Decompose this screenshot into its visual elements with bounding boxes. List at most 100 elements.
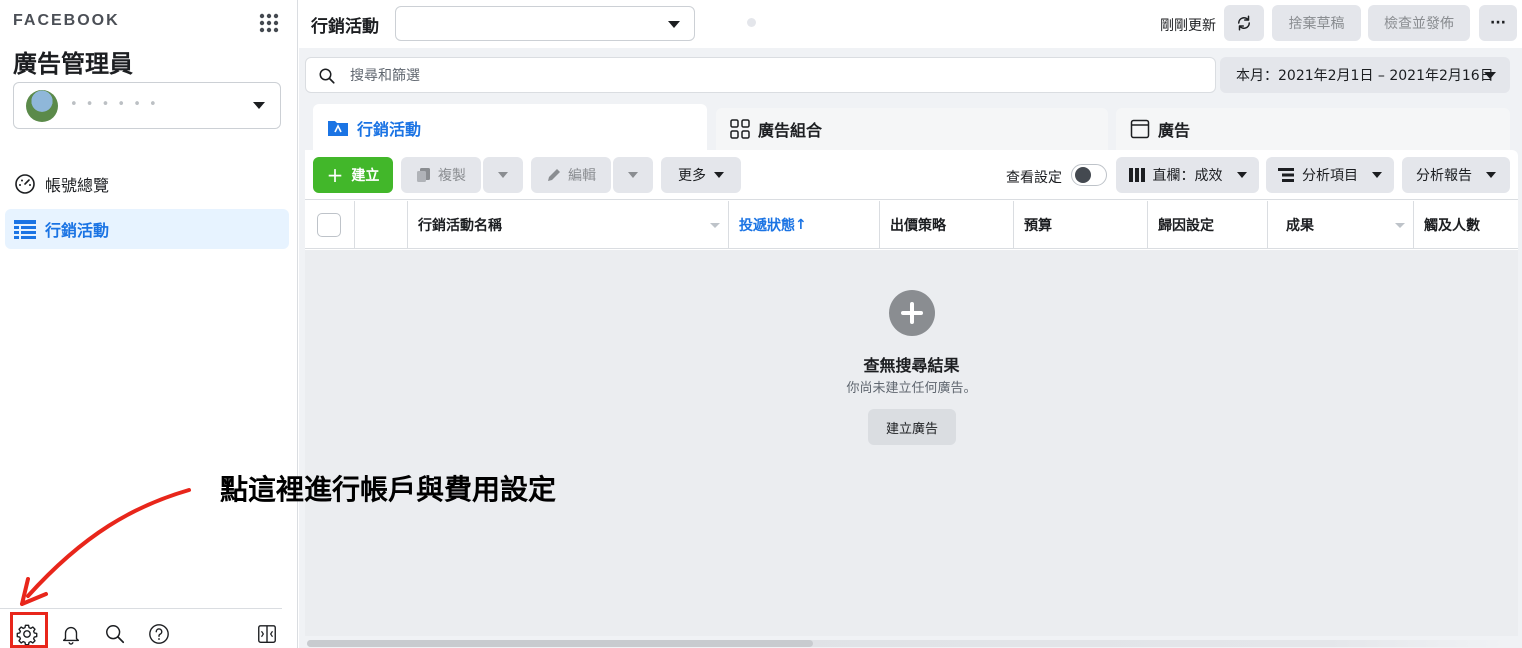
columns-icon (1128, 168, 1145, 182)
settings-highlight-box (10, 612, 48, 648)
empty-state-subtitle: 你尚未建立任何廣告。 (846, 381, 977, 396)
updated-status: 剛剛更新 (1160, 18, 1216, 34)
sort-caret-icon (710, 223, 720, 228)
header-toggle-cell (354, 201, 407, 249)
level-tabs: 行銷活動 廣告組合 廣告 (313, 104, 1510, 152)
edit-label: 編輯 (568, 168, 596, 184)
copy-label: 複製 (438, 168, 466, 184)
horizontal-scrollbar[interactable] (307, 640, 1507, 647)
ads-manager-app: FACEBOOK 廣告管理員 • • • • • • 帳號總覽 行銷活動 點這裡… (0, 0, 1522, 648)
sidebar-item-label: 行銷活動 (45, 221, 110, 240)
reports-label: 分析報告 (1416, 168, 1472, 184)
discard-drafts-button[interactable]: 捨棄草稿 (1272, 5, 1361, 41)
gauge-icon (13, 172, 37, 196)
page-title: 行銷活動 (311, 17, 379, 37)
column-header-reach[interactable]: 觸及人數 (1413, 201, 1518, 249)
tab-adsets[interactable]: 廣告組合 (716, 108, 1108, 150)
column-header-delivery[interactable]: 投遞狀態 ↑ (728, 201, 879, 249)
column-header-label: 預算 (1024, 218, 1052, 234)
column-header-label: 觸及人數 (1424, 218, 1480, 234)
review-publish-button[interactable]: 檢查並發佈 (1368, 5, 1470, 41)
campaigns-panel: + 建立 複製 編輯 更多 查看設定 直欄：成效 分析項目 分析報告 行銷活動名… (305, 150, 1518, 636)
sort-up-icon: ↑ (795, 217, 807, 233)
chevron-down-icon (1484, 72, 1496, 79)
search-icon[interactable] (104, 623, 126, 645)
columns-label: 直欄：成效 (1152, 168, 1223, 184)
sidebar-item-overview[interactable]: 帳號總覽 (5, 164, 289, 204)
edit-button[interactable]: 編輯 (531, 157, 611, 193)
chevron-down-icon (1372, 172, 1382, 178)
folder-icon (327, 119, 349, 137)
search-bar (305, 57, 1216, 93)
chevron-down-icon (668, 21, 680, 28)
app-title: 廣告管理員 (13, 50, 133, 78)
empty-state-title: 查無搜尋結果 (863, 356, 960, 375)
bell-icon[interactable] (60, 623, 82, 645)
tab-campaigns[interactable]: 行銷活動 (313, 104, 707, 152)
breakdown-button[interactable]: 分析項目 (1266, 157, 1394, 193)
edit-options-button[interactable] (613, 157, 653, 193)
column-header-budget[interactable]: 預算 (1013, 201, 1147, 249)
empty-state: 查無搜尋結果 你尚未建立任何廣告。 建立廣告 (305, 250, 1518, 636)
add-circle-icon (889, 290, 935, 336)
column-header-label: 投遞狀態 (739, 218, 795, 234)
column-header-attribution[interactable]: 歸因設定 (1147, 201, 1267, 249)
facebook-brand: FACEBOOK (13, 12, 120, 29)
main-area: 行銷活動 剛剛更新 捨棄草稿 檢查並發佈 ··· 搜尋和篩選 本月：2021年2… (299, 0, 1522, 648)
column-header-label: 成果 (1286, 218, 1314, 234)
status-dot (747, 18, 756, 27)
column-header-bid-strategy[interactable]: 出價策略 (879, 201, 1013, 249)
create-button[interactable]: + 建立 (313, 157, 393, 193)
duplicate-options-button[interactable] (483, 157, 523, 193)
create-label: 建立 (351, 168, 380, 184)
column-header-label: 歸因設定 (1158, 218, 1214, 234)
account-name: • • • • • • (70, 97, 159, 112)
select-all-cell (305, 201, 354, 249)
date-range-picker[interactable]: 本月：2021年2月1日 – 2021年2月16日 (1220, 57, 1510, 93)
refresh-icon (1238, 15, 1250, 31)
columns-button[interactable]: 直欄：成效 (1116, 157, 1259, 193)
breakdown-label: 分析項目 (1302, 168, 1358, 184)
sidebar-item-campaigns[interactable]: 行銷活動 (5, 209, 289, 249)
tab-label: 廣告 (1158, 121, 1191, 140)
chevron-down-icon (714, 172, 724, 178)
panel-toggle-icon[interactable] (256, 623, 278, 645)
search-icon (319, 68, 335, 84)
tab-label: 行銷活動 (357, 120, 422, 139)
scrollbar-thumb[interactable] (307, 640, 813, 647)
search-input[interactable] (350, 66, 1190, 86)
apps-grid-icon[interactable] (258, 12, 280, 34)
date-range-label: 本月：2021年2月1日 – 2021年2月16日 (1236, 68, 1494, 84)
reports-button[interactable]: 分析報告 (1402, 157, 1510, 193)
help-icon[interactable] (148, 623, 170, 645)
refresh-button[interactable] (1224, 5, 1264, 41)
copy-icon (417, 168, 430, 182)
chevron-down-icon (1486, 172, 1496, 178)
pencil-icon (548, 169, 560, 181)
annotation-text: 點這裡進行帳戶與費用設定 (220, 473, 557, 506)
annotation-arrow-icon (20, 488, 191, 606)
select-all-checkbox[interactable] (317, 213, 341, 237)
chevron-down-icon (253, 102, 265, 109)
ad-frame-icon (1130, 119, 1150, 139)
column-header-campaign-name[interactable]: 行銷活動名稱 (407, 201, 728, 249)
account-selector[interactable]: • • • • • • (13, 82, 281, 129)
view-settings-label: 查看設定 (1006, 170, 1062, 186)
sort-caret-icon (1395, 223, 1405, 228)
account-avatar (26, 90, 58, 122)
duplicate-button[interactable]: 複製 (401, 157, 481, 193)
more-button[interactable]: 更多 (661, 157, 741, 193)
top-bar: 行銷活動 剛剛更新 捨棄草稿 檢查並發佈 ··· (299, 0, 1522, 48)
more-options-button[interactable]: ··· (1479, 5, 1517, 41)
grid-icon (730, 119, 750, 139)
create-ad-button[interactable]: 建立廣告 (868, 409, 956, 445)
chevron-down-icon (1236, 172, 1247, 178)
campaign-dropdown[interactable] (395, 6, 695, 41)
chevron-down-icon (498, 172, 508, 178)
column-header-results[interactable]: 成果 (1267, 201, 1413, 249)
view-settings-toggle[interactable] (1071, 164, 1107, 186)
tab-label: 廣告組合 (758, 121, 823, 140)
column-header-label: 出價策略 (890, 218, 946, 234)
more-label: 更多 (678, 168, 706, 184)
tab-ads[interactable]: 廣告 (1116, 108, 1510, 150)
